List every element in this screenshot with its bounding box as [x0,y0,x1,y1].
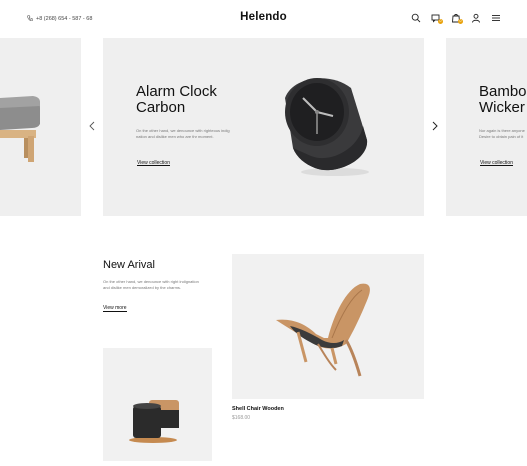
new-arrival-title: New Arival [103,259,155,271]
slide-description: On the other hand, we denounce with righ… [136,128,230,140]
next-view-collection-link[interactable]: View collection [480,160,513,166]
alarm-clock-image [285,78,369,176]
chevron-left-icon[interactable] [87,121,97,131]
slide-title: Alarm Clock Carbon [136,84,217,116]
slide-desc-line2: nation and dislike men who are thr momen… [136,134,214,139]
product-card-chair[interactable] [232,254,424,399]
chevron-right-icon[interactable] [430,121,440,131]
next-slide-desc-line2: Desire to obtain pain of it [479,134,524,139]
new-arrival-description: On the other hand, we denounce with righ… [103,279,218,291]
product-card-cups[interactable] [103,348,212,461]
header-actions: 0 0 [411,13,501,24]
view-collection-link[interactable]: View collection [137,160,170,166]
slide-next[interactable]: Bamboo Wicker Nor again is there anyone … [446,38,527,216]
menu-icon[interactable] [491,13,501,23]
user-icon[interactable] [471,13,481,23]
search-icon[interactable] [411,13,421,23]
next-slide-description: Nor again is there anyone Desire to obta… [479,128,525,140]
compare-badge: 0 [438,19,443,24]
slide-previous[interactable] [0,38,81,216]
cups-image [129,400,179,443]
cart-icon[interactable]: 0 [451,13,463,24]
shell-chair-image [276,283,370,377]
next-slide-title-line2: Wicker [479,99,525,116]
next-slide-title: Bamboo Wicker [479,84,527,116]
view-more-link[interactable]: View more [103,305,127,312]
product-name[interactable]: Shell Chair Wooden [232,406,284,412]
next-slide-title-line1: Bamboo [479,83,527,100]
compare-icon[interactable]: 0 [431,13,443,24]
slide-title-line1: Alarm Clock [136,83,217,100]
product-price: $168.00 [232,415,251,421]
new-arrival-desc-line2: and dislike men demoralized by the charm… [103,285,182,290]
slide-alarm-clock: Alarm Clock Carbon On the other hand, we… [89,38,438,216]
slide-title-line2: Carbon [136,99,186,116]
stool-image [0,96,40,162]
cart-badge: 0 [458,19,463,24]
